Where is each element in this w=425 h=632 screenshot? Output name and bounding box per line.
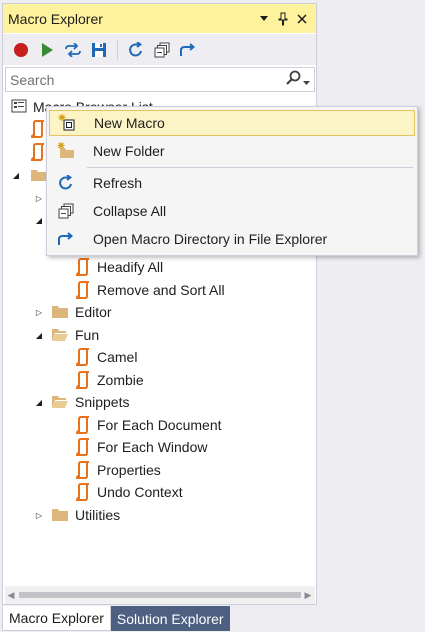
collapse-all-icon[interactable] [152, 40, 172, 60]
menu-item-label: Collapse All [93, 203, 167, 219]
macro-browser-list-icon [11, 98, 27, 117]
menu-item-open-macro-directory[interactable]: Open Macro Directory in File Explorer [49, 226, 415, 252]
dropdown-icon[interactable] [256, 11, 272, 27]
tree-item-camel[interactable]: Camel [75, 346, 137, 368]
tree-item-label: Utilities [75, 507, 121, 523]
refresh-icon[interactable] [126, 40, 146, 60]
tree-item-label: Editor [75, 304, 112, 320]
expand-arrow-icon[interactable]: ▷ [34, 187, 44, 209]
record-icon[interactable] [11, 40, 31, 60]
new-folder-icon [49, 142, 83, 160]
tree-item-zombie[interactable]: Zombie [75, 369, 144, 391]
panel-title: Macro Explorer [8, 10, 103, 27]
collapse-arrow-icon[interactable]: ◢ [34, 324, 44, 346]
tree-item-remove-and-sort-all[interactable]: Remove and Sort All [75, 279, 225, 301]
collapse-arrow-icon[interactable]: ◢ [34, 391, 44, 413]
tree-item-label: Fun [75, 327, 100, 343]
open-directory-icon [49, 231, 83, 247]
macro-icon [75, 258, 89, 276]
tree-folder-editor[interactable]: Editor [51, 301, 112, 323]
open-directory-icon[interactable] [178, 40, 198, 60]
tree-folder-snippets[interactable]: Snippets [51, 391, 129, 413]
tree-item-for-each-document[interactable]: For Each Document [75, 414, 222, 436]
expand-arrow-icon[interactable]: ▷ [34, 504, 44, 526]
panel-tabs: Macro Explorer Solution Explorer [2, 606, 230, 632]
search-box[interactable] [5, 67, 315, 92]
macro-icon [30, 143, 44, 161]
collapse-arrow-icon[interactable]: ◢ [34, 209, 44, 231]
horizontal-scrollbar[interactable]: ◀ ▶ [5, 586, 315, 604]
menu-item-new-macro[interactable]: New Macro [49, 110, 415, 136]
tree-item-hidden-macro-1[interactable] [30, 118, 46, 140]
macro-icon [75, 348, 89, 366]
macro-icon [75, 281, 89, 299]
tab-solution-explorer[interactable]: Solution Explorer [110, 606, 230, 631]
tree-item-properties[interactable]: Properties [75, 459, 161, 481]
search-input[interactable] [6, 69, 285, 90]
tree-item-headify-all[interactable]: Headify All [75, 256, 163, 278]
panel-title-bar: Macro Explorer [3, 4, 316, 33]
menu-item-label: Refresh [93, 175, 143, 191]
macro-icon [75, 483, 89, 501]
search-icon[interactable] [285, 70, 301, 89]
macro-explorer-panel: Macro Explorer Search ◢ ▷ ◢ Headify All … [2, 3, 317, 605]
macro-icon [30, 120, 44, 138]
folder-open-icon [52, 329, 68, 341]
menu-item-label: Open Macro Directory in File Explorer [93, 231, 328, 247]
macro-icon [75, 461, 89, 479]
menu-item-label: New Macro [94, 115, 165, 131]
pin-icon[interactable] [275, 11, 291, 27]
tree-item-label: Snippets [75, 394, 130, 410]
tree-item-label: Headify All [97, 259, 164, 275]
tab-macro-explorer[interactable]: Macro Explorer [2, 606, 111, 631]
toolbar [3, 34, 316, 65]
tree-item-for-each-window[interactable]: For Each Window [75, 436, 207, 458]
menu-item-refresh[interactable]: Refresh [49, 170, 415, 196]
tree-item-hidden-macro-2[interactable] [30, 141, 46, 163]
tree-folder-utilities[interactable]: Utilities [51, 504, 120, 526]
menu-separator [87, 167, 413, 168]
tree-item-label: For Each Window [97, 439, 208, 455]
scroll-left-icon[interactable]: ◀ [6, 589, 16, 601]
tree-item-label: Camel [97, 349, 138, 365]
playback-loop-icon[interactable] [63, 40, 83, 60]
play-icon[interactable] [37, 40, 57, 60]
macro-icon [75, 438, 89, 456]
folder-icon [52, 509, 68, 521]
folder-icon [52, 306, 68, 318]
context-menu: New Macro New Folder Refresh Collapse Al… [46, 106, 418, 256]
collapse-all-icon [49, 203, 83, 219]
search-options-icon[interactable] [303, 72, 310, 88]
scroll-right-icon[interactable]: ▶ [303, 589, 313, 601]
toolbar-separator [117, 39, 118, 60]
tree-folder-fun[interactable]: Fun [51, 324, 99, 346]
new-macro-icon [50, 114, 84, 132]
tree-item-undo-context[interactable]: Undo Context [75, 481, 183, 503]
collapse-arrow-icon[interactable]: ◢ [11, 164, 21, 186]
tree-item-label: Undo Context [97, 484, 183, 500]
save-icon[interactable] [89, 40, 109, 60]
tree-item-label: Remove and Sort All [97, 282, 225, 298]
macro-icon [75, 416, 89, 434]
menu-item-new-folder[interactable]: New Folder [49, 138, 415, 164]
scrollbar-thumb[interactable] [19, 592, 301, 598]
menu-item-collapse-all[interactable]: Collapse All [49, 198, 415, 224]
tree-item-label: Properties [97, 462, 161, 478]
macro-icon [75, 371, 89, 389]
refresh-icon [49, 175, 83, 191]
close-icon[interactable] [294, 11, 310, 27]
menu-item-label: New Folder [93, 143, 165, 159]
folder-open-icon [52, 396, 68, 408]
tree-item-label: Zombie [97, 372, 144, 388]
tree-item-label: For Each Document [97, 417, 222, 433]
expand-arrow-icon[interactable]: ▷ [34, 301, 44, 323]
